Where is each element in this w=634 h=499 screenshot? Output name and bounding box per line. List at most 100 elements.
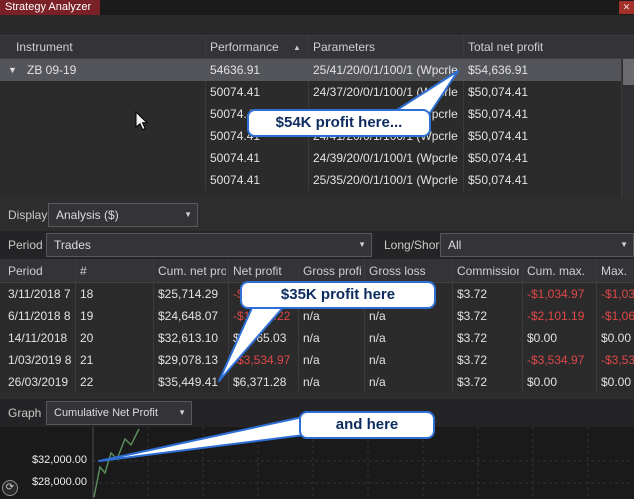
- cum-net-cell: $32,613.10: [158, 331, 219, 345]
- max-cell: -$1,034.97: [601, 287, 634, 301]
- sort-ascending-icon: ▲: [293, 43, 301, 52]
- display-select-value: Analysis ($): [56, 208, 119, 222]
- period-label: Period: [8, 238, 43, 252]
- long-short-select[interactable]: All ▼: [440, 233, 634, 257]
- cum-net-cell: $35,449.41: [158, 375, 219, 389]
- refresh-icon[interactable]: ⟳: [2, 480, 18, 496]
- parameters-cell: 25/41/20/0/1/100/1 (Wpcrle: [313, 63, 458, 77]
- commission-cell: $3.72: [457, 309, 488, 323]
- callout-35k-profit: $35K profit here: [240, 281, 436, 309]
- column-header-total-net-profit[interactable]: Total net profit: [468, 36, 543, 59]
- graph-select[interactable]: Cumulative Net Profit ▼: [46, 401, 192, 425]
- column-header-period[interactable]: Period: [8, 259, 72, 283]
- long-short-select-value: All: [448, 238, 462, 252]
- max-cell: -$3,534.97: [601, 353, 634, 367]
- callout-54k-profit: $54K profit here...: [247, 109, 431, 137]
- y-axis-tick: $32,000.00: [31, 454, 87, 466]
- results-header-row: Instrument Performance ▲ Parameters Tota…: [0, 36, 634, 59]
- number-cell: 21: [80, 353, 94, 367]
- total-net-profit-cell: $50,074.41: [468, 129, 529, 143]
- chevron-down-icon: ▼: [620, 240, 628, 249]
- display-label: Display: [8, 208, 48, 222]
- performance-cell: 50074.41: [210, 173, 261, 187]
- equity-curve-line: [93, 428, 140, 498]
- close-icon[interactable]: ✕: [619, 1, 634, 14]
- gross-profit-cell: n/a: [303, 353, 320, 367]
- chevron-down-icon: ▼: [184, 210, 192, 219]
- parameters-cell: 24/37/20/0/1/100/1 (Wpcrle: [313, 85, 458, 99]
- column-header-max[interactable]: Max.: [601, 259, 632, 283]
- performance-cell: 54636.91: [210, 63, 261, 77]
- chevron-down-icon: ▼: [358, 240, 366, 249]
- cum-max-cell: -$2,101.19: [527, 309, 585, 323]
- column-header-net-profit[interactable]: Net profit: [233, 259, 295, 283]
- column-header-gross-loss[interactable]: Gross loss: [369, 259, 449, 283]
- max-cell: -$1,066.22: [601, 309, 634, 323]
- cum-net-cell: $24,648.07: [158, 309, 219, 323]
- table-row[interactable]: 50074.41 24/37/20/0/1/100/1 (Wpcrle $50,…: [0, 81, 621, 103]
- table-row-selected[interactable]: ▼ ZB 09-19 54636.91 25/41/20/0/1/100/1 (…: [0, 59, 621, 81]
- strategy-analyzer-window: Strategy Analyzer ✕ Instrument Performan…: [0, 0, 634, 499]
- period-select-value: Trades: [54, 238, 91, 252]
- column-header-cum-net[interactable]: Cum. net profit: [158, 259, 226, 283]
- cum-max-cell: -$1,034.97: [527, 287, 585, 301]
- gross-profit-cell: n/a: [303, 375, 320, 389]
- column-header-gross-profit[interactable]: Gross profit: [303, 259, 362, 283]
- number-cell: 20: [80, 331, 94, 345]
- gross-loss-cell: n/a: [369, 375, 386, 389]
- gross-loss-cell: n/a: [369, 353, 386, 367]
- display-select[interactable]: Analysis ($) ▼: [48, 203, 198, 227]
- graph-label: Graph: [8, 406, 42, 420]
- filter-band: Period Trades ▼ Long/Short All ▼: [0, 231, 634, 259]
- commission-cell: $3.72: [457, 375, 488, 389]
- total-net-profit-cell: $54,636.91: [468, 63, 529, 77]
- period-select[interactable]: Trades ▼: [46, 233, 372, 257]
- commission-cell: $3.72: [457, 331, 488, 345]
- tab-bar: Strategy Analyzer ✕: [0, 0, 634, 15]
- max-cell: $0.00: [601, 375, 632, 389]
- number-cell: 19: [80, 309, 94, 323]
- column-header-commission[interactable]: Commission: [457, 259, 519, 283]
- instrument-cell: ZB 09-19: [27, 63, 77, 77]
- graph-select-value: Cumulative Net Profit: [54, 407, 158, 419]
- gross-profit-cell: n/a: [303, 331, 320, 345]
- commission-cell: $3.72: [457, 353, 488, 367]
- net-profit-cell: $7,965.03: [233, 331, 287, 345]
- total-net-profit-cell: $50,074.41: [468, 151, 529, 165]
- number-cell: 22: [80, 375, 94, 389]
- max-cell: $0.00: [601, 331, 632, 345]
- total-net-profit-cell: $50,074.41: [468, 173, 529, 187]
- cum-net-cell: $29,078.13: [158, 353, 219, 367]
- cum-net-cell: $25,714.29: [158, 287, 219, 301]
- table-row[interactable]: 50074.41 24/39/20/0/1/100/1 (Wpcrle $50,…: [0, 147, 621, 169]
- period-cell: 6/11/2018 8: [8, 309, 71, 323]
- cum-max-cell: $0.00: [527, 331, 558, 345]
- table-row[interactable]: 1/03/2019 8 21 $29,078.13 -$3,534.97 n/a…: [0, 349, 634, 371]
- callout-and-here: and here: [299, 411, 435, 439]
- gross-loss-cell: n/a: [369, 331, 386, 345]
- table-row[interactable]: 50074.41 25/35/20/0/1/100/1 (Wpcrle $50,…: [0, 169, 621, 191]
- parameters-cell: 24/39/20/0/1/100/1 (Wpcrle: [313, 151, 458, 165]
- chevron-down-icon: ▼: [178, 408, 186, 417]
- period-cell: 3/11/2018 7: [8, 287, 71, 301]
- column-header-performance[interactable]: Performance: [210, 36, 279, 59]
- column-header-number[interactable]: #: [80, 259, 150, 283]
- number-cell: 18: [80, 287, 94, 301]
- column-header-parameters[interactable]: Parameters: [313, 36, 375, 59]
- performance-cell: 50074.41: [210, 85, 261, 99]
- long-short-label: Long/Short: [384, 238, 443, 252]
- scrollbar-thumb[interactable]: [623, 59, 634, 85]
- tab-strategy-analyzer[interactable]: Strategy Analyzer: [0, 0, 101, 15]
- scrollbar[interactable]: [621, 59, 634, 199]
- period-cell: 1/03/2019 8: [8, 353, 72, 367]
- total-net-profit-cell: $50,074.41: [468, 85, 529, 99]
- parameters-cell: 25/35/20/0/1/100/1 (Wpcrle: [313, 173, 458, 187]
- table-row[interactable]: 26/03/2019 22 $35,449.41 $6,371.28 n/a n…: [0, 371, 634, 393]
- expander-icon[interactable]: ▼: [8, 59, 17, 81]
- column-header-instrument[interactable]: Instrument: [16, 36, 73, 59]
- table-row[interactable]: 14/11/2018 20 $32,613.10 $7,965.03 n/a n…: [0, 327, 634, 349]
- trades-table: Period # Cum. net profit Net profit Gros…: [0, 259, 634, 393]
- window-chrome-strip: [0, 15, 634, 35]
- column-header-cum-max[interactable]: Cum. max.: [527, 259, 593, 283]
- period-cell: 26/03/2019: [8, 375, 69, 389]
